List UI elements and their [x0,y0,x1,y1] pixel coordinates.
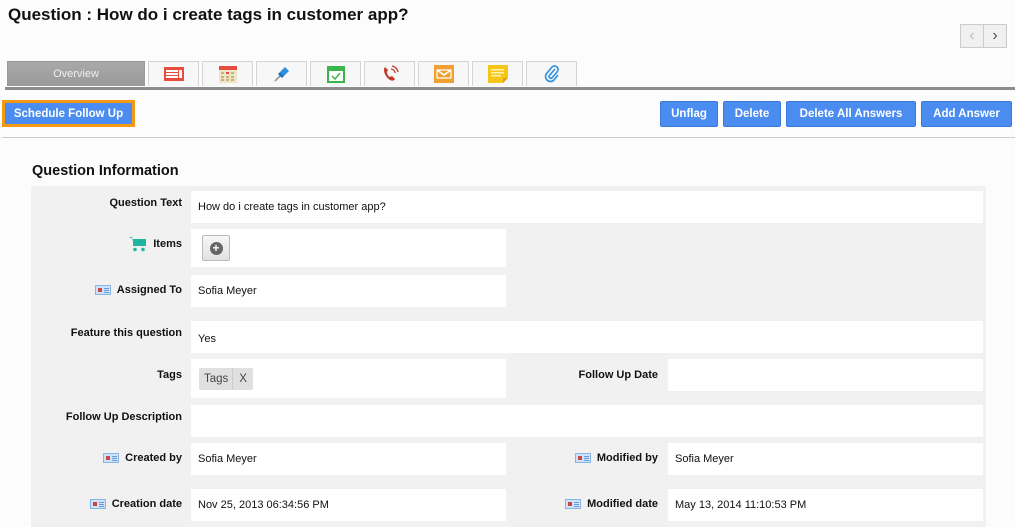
tag-chip-text: Tags [204,372,229,385]
creation-date-field: Nov 25, 2013 06:34:56 PM [191,489,506,521]
follow-up-date-field[interactable] [668,359,983,391]
tag-chip: Tags X [199,367,253,390]
tab-notes[interactable] [148,61,199,86]
tab-calls[interactable] [364,61,415,86]
page-title: Question : How do i create tags in custo… [8,5,409,24]
modified-by-value: Sofia Meyer [675,453,734,465]
question-text-label: Question Text [31,194,182,212]
contact-card-icon [89,499,106,509]
question-text-value: How do i create tags in customer app? [198,201,386,213]
delete-button[interactable]: Delete [723,101,781,127]
pin-icon [273,67,289,82]
contact-card-icon [565,499,582,509]
remove-tag-button[interactable]: X [232,367,253,390]
modified-by-label: Modified by [510,449,658,467]
delete-all-answers-button[interactable]: Delete All Answers [786,101,916,127]
next-record-button[interactable]: › [984,25,1006,47]
tab-attachments[interactable] [526,61,577,86]
feature-question-label-text: Feature this question [70,327,182,339]
created-by-value: Sofia Meyer [198,453,257,465]
add-item-button[interactable]: + [202,235,230,261]
contact-card-icon [94,285,111,295]
creation-date-value: Nov 25, 2013 06:34:56 PM [198,499,329,511]
chevron-right-icon: › [992,27,998,44]
tab-events[interactable] [202,61,253,86]
plus-circle-icon: + [209,241,223,255]
tags-field[interactable]: Tags X [191,359,506,398]
modified-date-field: May 13, 2014 11:10:53 PM [668,489,983,521]
created-by-field: Sofia Meyer [191,443,506,475]
items-field: + [191,229,506,267]
tab-divider [5,87,1015,90]
previous-record-button[interactable]: ‹ [961,25,984,47]
feature-question-label: Feature this question [31,324,182,342]
sticky-note-icon [487,65,508,83]
attachment-icon [544,65,559,83]
email-icon [433,65,454,83]
schedule-follow-up-button[interactable]: Schedule Follow Up [2,100,135,127]
modified-date-label-text: Modified date [587,498,658,510]
modified-date-value: May 13, 2014 11:10:53 PM [675,499,807,511]
tags-label: Tags [31,366,182,384]
feature-question-value: Yes [198,332,216,345]
follow-up-date-label: Follow Up Date [510,366,658,384]
modified-by-label-text: Modified by [596,452,658,464]
modified-date-label: Modified date [510,495,658,513]
task-calendar-icon [326,66,345,83]
items-label: Items [31,234,182,254]
tab-emails[interactable] [418,61,469,86]
tab-overview[interactable]: Overview [7,61,145,86]
follow-up-description-label-text: Follow Up Description [65,411,182,423]
assigned-to-value: Sofia Meyer [198,285,257,297]
created-by-label-text: Created by [125,452,182,464]
feature-question-field[interactable]: Yes [191,321,983,353]
calendar-icon [218,65,237,83]
created-by-label: Created by [31,449,182,467]
follow-up-description-field[interactable] [191,405,983,437]
tags-label-text: Tags [157,369,182,381]
assigned-to-field[interactable]: Sofia Meyer [191,275,506,307]
section-title: Question Information [32,163,179,179]
question-text-label-text: Question Text [109,197,182,209]
follow-up-description-label: Follow Up Description [31,408,182,426]
tab-pinned[interactable] [256,61,307,86]
tab-tasks[interactable] [310,61,361,86]
contact-card-icon [103,453,120,463]
tab-bar: Overview [7,61,577,86]
shopping-cart-icon [129,237,147,252]
creation-date-label: Creation date [31,495,182,513]
creation-date-label-text: Creation date [111,498,182,510]
chevron-left-icon: ‹ [969,27,975,44]
record-pager: ‹ › [960,24,1007,48]
tab-overview-label: Overview [53,68,99,80]
question-text-field[interactable]: How do i create tags in customer app? [191,191,983,223]
toolbar-divider [2,137,1015,138]
assigned-to-label-text: Assigned To [116,284,182,296]
contact-card-icon [574,453,591,463]
modified-by-field: Sofia Meyer [668,443,983,475]
add-answer-button[interactable]: Add Answer [921,101,1012,127]
tab-sticky-notes[interactable] [472,61,523,86]
notes-icon [163,67,184,81]
phone-call-icon [383,65,399,81]
follow-up-date-label-text: Follow Up Date [578,369,658,381]
unflag-button[interactable]: Unflag [660,101,718,127]
items-label-text: Items [153,238,182,250]
assigned-to-label: Assigned To [31,281,182,299]
